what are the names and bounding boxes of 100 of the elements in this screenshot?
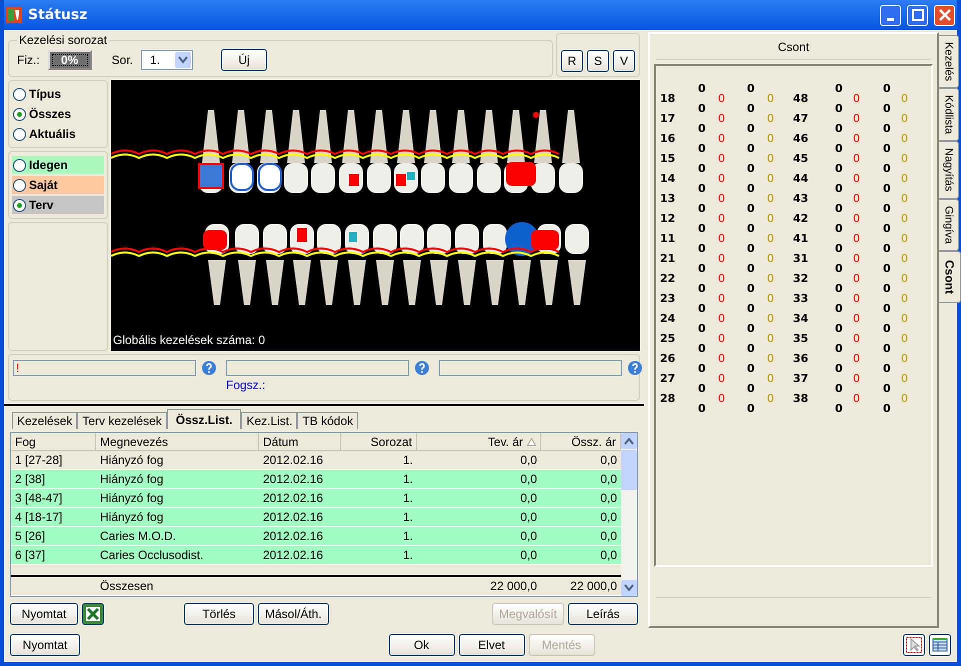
table-row[interactable]: 6 [37] Caries Occlusodist. 2012.02.16 1. 0,0 0,0 <box>11 546 621 566</box>
tooth-number: 21 <box>660 251 676 267</box>
tooth-drawing[interactable] <box>421 110 445 193</box>
action-button[interactable]: Másol/Áth. <box>258 602 329 625</box>
series-select[interactable]: 1. <box>141 50 194 70</box>
caries-mark <box>297 228 307 242</box>
side-tab[interactable]: Gingíva <box>939 198 959 251</box>
tab[interactable]: Össz.List. <box>166 409 242 430</box>
bone-value: 0 <box>901 291 909 307</box>
tooth-drawing[interactable] <box>477 110 501 193</box>
tooth-drawing[interactable] <box>235 224 259 305</box>
bone-value: 0 <box>698 341 707 357</box>
tooth-drawing[interactable] <box>565 224 589 305</box>
tooth-drawing[interactable] <box>559 110 583 193</box>
tooth-drawing[interactable] <box>449 110 473 193</box>
pay-button[interactable]: 0% <box>48 50 92 70</box>
table-row[interactable]: 3 [48-47] Hiányzó fog 2012.02.16 1. 0,0 0,0 <box>11 489 621 508</box>
tab[interactable]: Terv kezelések <box>77 412 167 430</box>
table-row[interactable]: 2 [38] Hiányzó fog 2012.02.16 1. 0,0 0,0 <box>11 470 621 490</box>
filter-radio[interactable]: Típus <box>12 85 104 103</box>
tooth-drawing[interactable] <box>311 110 335 193</box>
grid-view-button[interactable] <box>929 634 951 656</box>
side-tab[interactable]: Nagyítás <box>939 141 959 199</box>
bone-value: 0 <box>835 381 844 397</box>
action-button[interactable]: Nyomtat <box>10 602 78 625</box>
table-icon <box>932 637 948 653</box>
tooth-drawing[interactable] <box>400 224 424 305</box>
tooth-drawing[interactable] <box>317 224 341 305</box>
table-row[interactable]: 5 [26] Caries M.O.D. 2012.02.16 1. 0,0 0,0 <box>11 527 621 546</box>
tooth-drawing[interactable] <box>345 224 369 305</box>
tab[interactable]: TB kódok <box>297 412 358 430</box>
bone-value: 0 <box>698 321 707 337</box>
bone-value: 0 <box>883 301 892 317</box>
tooth-drawing[interactable] <box>367 110 391 193</box>
source-radio[interactable]: Saját <box>12 176 104 194</box>
help-icon[interactable] <box>415 361 429 376</box>
source-radio[interactable]: Terv <box>12 196 104 214</box>
bone-value: 0 <box>835 81 844 97</box>
side-tab[interactable]: Csont <box>939 250 961 303</box>
tooth-number: 14 <box>660 171 676 187</box>
action-button[interactable]: Nyomtat <box>10 634 80 656</box>
bone-value: 0 <box>883 341 892 357</box>
maximize-button[interactable] <box>907 4 928 26</box>
close-button[interactable] <box>934 4 955 26</box>
bone-value: 0 <box>853 171 861 187</box>
bone-value: 0 <box>747 181 756 197</box>
help-icon[interactable] <box>628 361 642 376</box>
bone-value: 0 <box>747 101 756 117</box>
bone-value: 0 <box>698 261 707 277</box>
side-tab[interactable]: Kezelés <box>939 35 959 88</box>
scrollbar[interactable] <box>621 433 637 596</box>
filter-radio[interactable]: Összes <box>12 105 104 123</box>
help-icon[interactable] <box>202 361 216 376</box>
minimize-icon <box>887 18 894 20</box>
tooth-drawing[interactable] <box>373 224 397 305</box>
tab[interactable]: Kezelések <box>12 412 78 430</box>
bone-value: 0 <box>767 231 775 247</box>
tooth-label: Fogsz.: <box>226 378 266 392</box>
tab[interactable]: Kez.List. <box>241 412 298 430</box>
tooth-drawing[interactable] <box>284 110 308 193</box>
view-button[interactable]: S <box>587 50 609 72</box>
scroll-thumb[interactable] <box>621 450 637 490</box>
action-button[interactable]: Ok <box>388 634 454 656</box>
bone-value: 0 <box>835 341 844 357</box>
side-tab[interactable]: Kódlista <box>939 88 959 142</box>
text-field[interactable] <box>439 360 622 376</box>
tooth-number: 45 <box>793 151 810 167</box>
action-button[interactable]: Elvet <box>458 634 524 656</box>
bone-value: 0 <box>901 191 909 207</box>
view-button[interactable]: V <box>613 50 635 72</box>
bone-value: 0 <box>835 161 844 177</box>
bone-value: 0 <box>747 261 756 277</box>
tooth-drawing[interactable] <box>531 110 555 193</box>
new-button[interactable]: Új <box>221 48 268 70</box>
note-field[interactable]: ! <box>13 360 196 376</box>
bone-value: 0 <box>883 161 892 177</box>
minimize-button[interactable] <box>880 4 901 26</box>
filter-radio[interactable]: Aktuális <box>12 125 104 143</box>
action-button[interactable]: Törlés <box>184 602 254 625</box>
source-radio[interactable]: Idegen <box>12 156 104 174</box>
table-row[interactable]: 4 [18-17] Hiányzó fog 2012.02.16 1. 0,0 0,0 <box>11 508 621 528</box>
tooth-drawing[interactable] <box>483 224 507 305</box>
bone-value: 0 <box>853 271 861 287</box>
bone-value: 0 <box>718 171 726 187</box>
spreadsheet-export-button[interactable] <box>82 602 104 625</box>
tooth-drawing[interactable] <box>263 224 287 305</box>
bone-value: 0 <box>747 141 756 157</box>
bone-value: 0 <box>883 201 892 217</box>
tooth-drawing[interactable] <box>427 224 451 305</box>
action-button[interactable]: Leírás <box>568 602 638 625</box>
view-button[interactable]: R <box>561 50 583 72</box>
bone-value: 0 <box>767 391 775 407</box>
pointer-button[interactable] <box>903 634 925 656</box>
tooth-drawing[interactable] <box>339 110 363 193</box>
tooth-drawing[interactable] <box>455 224 479 305</box>
bone-value: 0 <box>901 351 909 367</box>
tooth-number: 33 <box>793 291 810 307</box>
text-field[interactable] <box>226 360 409 376</box>
bone-value: 0 <box>835 261 844 277</box>
bone-value: 0 <box>901 111 909 127</box>
